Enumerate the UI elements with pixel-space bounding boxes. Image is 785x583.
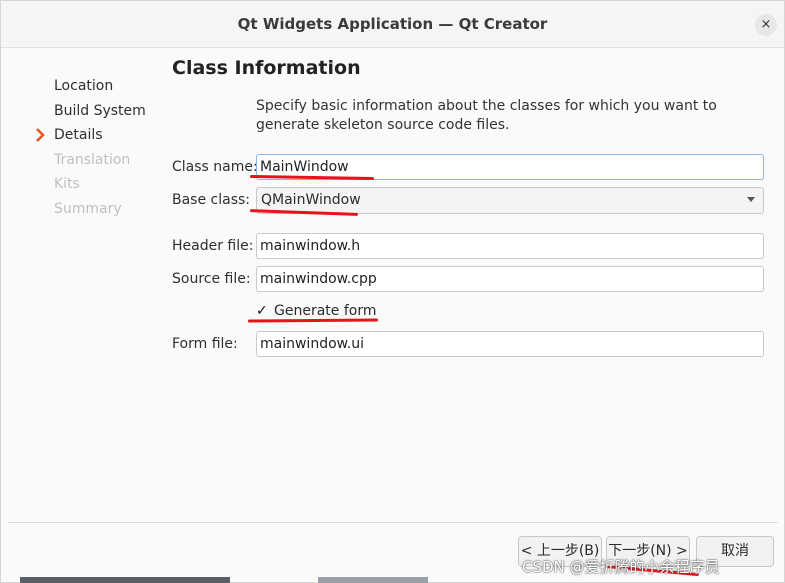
title-bar[interactable]: Qt Widgets Application — Qt Creator × — [1, 1, 784, 48]
page-title: Class Information — [172, 57, 361, 79]
page-description: Specify basic information about the clas… — [256, 98, 717, 133]
wizard-window: Qt Widgets Application — Qt Creator × Lo… — [0, 0, 785, 583]
footer-divider — [8, 522, 778, 523]
source-file-field[interactable]: mainwindow.cpp — [256, 266, 764, 292]
chevron-down-icon — [747, 197, 755, 202]
generate-form-label[interactable]: Generate form — [274, 303, 376, 319]
step-label: Build System — [54, 102, 146, 119]
step-details: Details — [35, 126, 165, 151]
step-location: Location — [35, 77, 165, 102]
annotation-underline — [247, 318, 379, 323]
base-class-dropdown[interactable]: QMainWindow — [256, 187, 764, 214]
header-file-field[interactable]: mainwindow.h — [256, 233, 764, 259]
background-strip — [20, 577, 230, 583]
base-class-label: Base class: — [172, 192, 251, 208]
base-class-value: QMainWindow — [261, 192, 361, 208]
step-label: Translation — [54, 151, 131, 168]
step-translation: Translation — [35, 151, 165, 176]
form-file-field[interactable]: mainwindow.ui — [256, 331, 764, 357]
step-label: Summary — [54, 200, 122, 217]
source-file-label: Source file: — [172, 271, 251, 287]
class-name-label: Class name: — [172, 159, 258, 175]
step-label: Details — [54, 127, 103, 144]
chevron-right-icon — [36, 128, 45, 143]
step-label: Location — [54, 78, 114, 94]
step-build-system: Build System — [35, 102, 165, 127]
watermark: CSDN @爱折腾的小余程序员 — [522, 558, 720, 576]
step-summary: Summary — [35, 200, 165, 225]
header-file-label: Header file: — [172, 238, 254, 254]
background-strip — [318, 577, 428, 583]
wizard-steps: Location Build System Details Translatio… — [35, 77, 165, 225]
step-label: Kits — [54, 176, 80, 193]
generate-form-checkbox[interactable]: ✓ — [256, 304, 270, 318]
close-icon[interactable]: × — [755, 14, 777, 36]
step-kits: Kits — [35, 175, 165, 200]
form-file-label: Form file: — [172, 336, 238, 352]
window-title: Qt Widgets Application — Qt Creator — [237, 15, 548, 33]
